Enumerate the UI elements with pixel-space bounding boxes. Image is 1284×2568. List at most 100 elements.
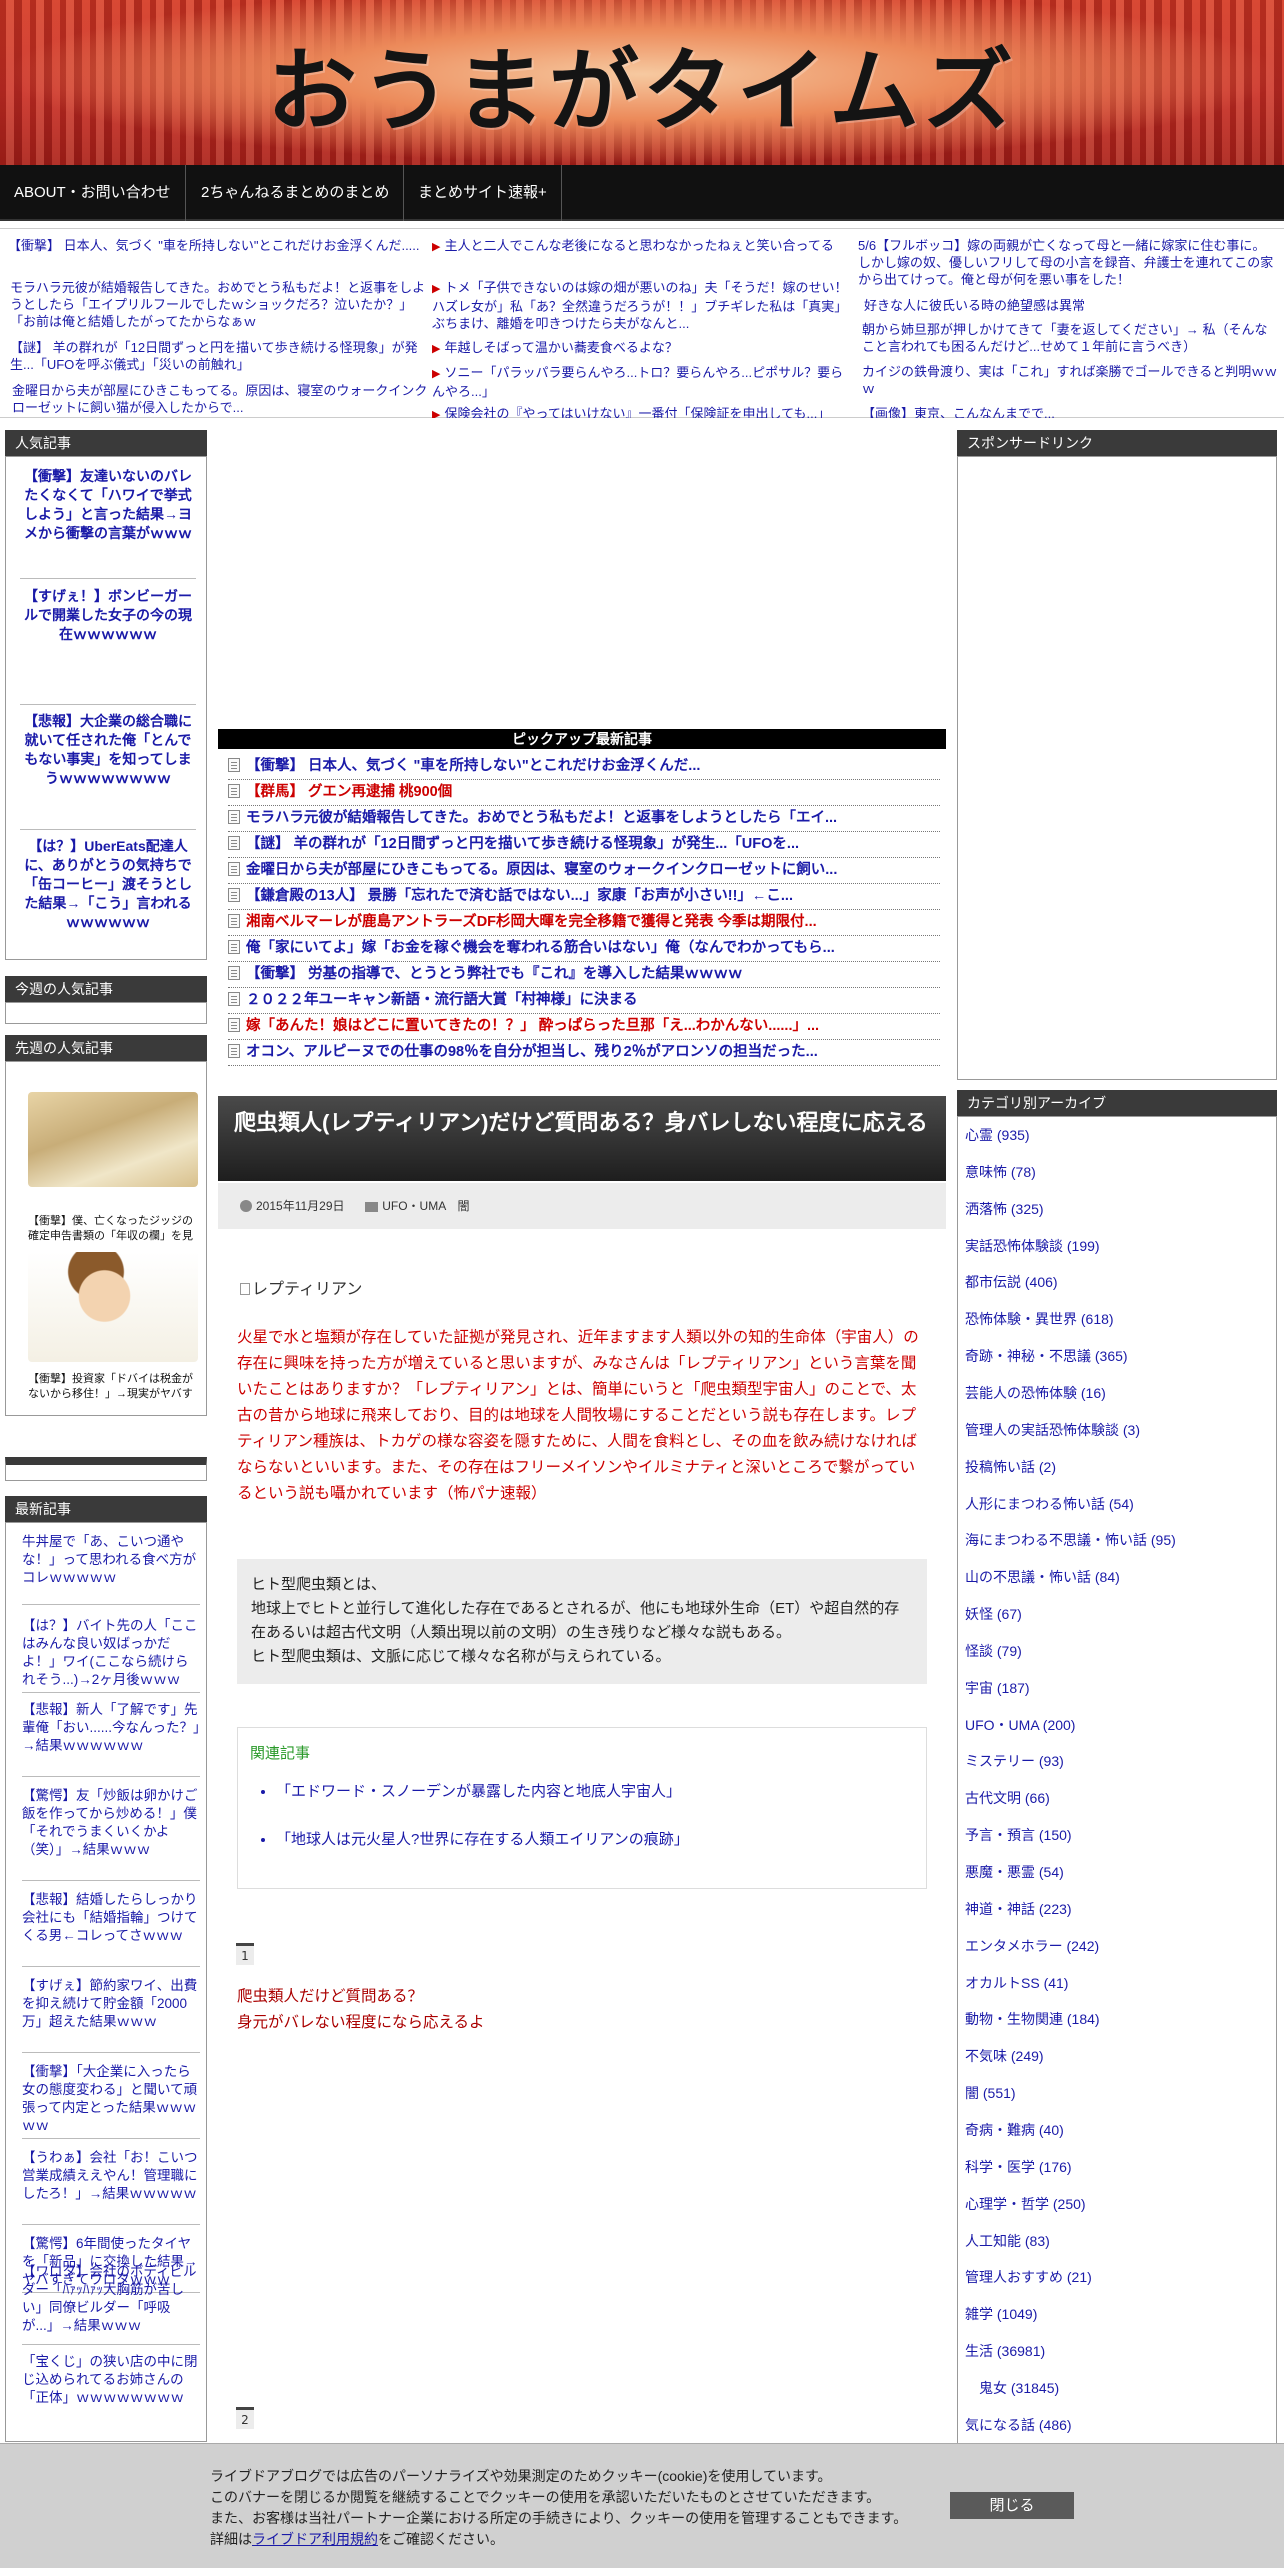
category-link[interactable]: 心霊 (935): [965, 1125, 1265, 1145]
ticker-link[interactable]: 5/6【フルボッコ】嫁の両親が亡くなって母と一緒に嫁家に住む事に。しかし嫁の奴、…: [858, 237, 1278, 291]
ticker-link[interactable]: 朝から姉旦那が押しかけてきて「妻を返してください」→ 私（そんなこと言われても困…: [862, 321, 1278, 357]
lastweek-link[interactable]: 【衝撃】投資家「ドバイは税金がないから移住！」→現実がヤバすぎる・・・: [28, 1372, 198, 1402]
category-link[interactable]: 投稿怖い話 (2): [965, 1457, 1265, 1477]
latest-link[interactable]: 【衝撃】「大企業に入ったら女の態度変わる」と聞いて頑張って内定とった結果ｗｗｗｗ…: [22, 2063, 200, 2139]
latest-link[interactable]: 【驚愕】友「炒飯は卵かけご飯を作ってから炒める！」僕「それでうまくいくかよ（笑）…: [22, 1787, 200, 1881]
related-link[interactable]: 「地球人は元火星人?世界に存在する人類エイリアンの痕跡」: [276, 1831, 689, 1848]
pickup-item[interactable]: 湘南ベルマーレが鹿島アントラーズDF杉岡大暉を完全移籍で獲得と発表 今季は期限付…: [228, 910, 940, 936]
category-link[interactable]: 悪魔・悪霊 (54): [965, 1862, 1265, 1882]
investor-illustration[interactable]: [28, 1252, 198, 1362]
category-link[interactable]: 意味怖 (78): [965, 1162, 1265, 1182]
category-link[interactable]: 実話恐怖体験談 (199): [965, 1236, 1265, 1256]
pickup-link[interactable]: 【鎌倉殿の13人】 景勝「忘れたで済む話ではない...」家康「お声が小さい!!」…: [246, 888, 793, 904]
ticker-link[interactable]: 好きな人に彼氏いる時の絶望感は異常: [864, 297, 1278, 317]
pickup-link[interactable]: 湘南ベルマーレが鹿島アントラーズDF杉岡大暉を完全移籍で獲得と発表 今季は期限付…: [246, 914, 817, 930]
ticker-link[interactable]: 【謎】 羊の群れが「12日間ずっと円を描いて歩き続ける怪現象」が発生...「UF…: [10, 339, 428, 375]
pickup-item[interactable]: 俺「家にいてよ」嫁「お金を稼ぐ機会を奪われる筋合いはない」俺（なんでわかってもら…: [228, 936, 940, 962]
pickup-item[interactable]: 【鎌倉殿の13人】 景勝「忘れたで済む話ではない...」家康「お声が小さい!!」…: [228, 884, 940, 910]
latest-link[interactable]: 「宝くじ」の狭い店の中に閉じ込められてるお姉さんの「正体」ｗｗｗｗｗｗｗｗ: [22, 2353, 200, 2433]
category-link[interactable]: 人形にまつわる怖い話 (54): [965, 1494, 1265, 1514]
related-link[interactable]: 「エドワード・スノーデンが暴露した内容と地底人宇宙人」: [276, 1783, 681, 1800]
category-link[interactable]: UFO・UMA (200): [965, 1715, 1265, 1735]
pickup-link[interactable]: 【衝撃】 日本人、気づく "車を所持しない"とこれだけお金浮くんだ...: [246, 758, 700, 774]
category-link[interactable]: 闇 (551): [965, 2083, 1265, 2103]
ticker-link[interactable]: 保険会社の『やってはいけない』一番付「保険証を申出しても...」: [444, 406, 830, 418]
category-link[interactable]: 管理人の実話恐怖体験談 (3): [965, 1420, 1265, 1440]
latest-link[interactable]: 【は？】バイト先の人「ここはみんな良い奴ばっかだよ！」ワイ(ここなら続けられそう…: [22, 1617, 200, 1693]
pickup-item[interactable]: 【謎】 羊の群れが「12日間ずっと円を描いて歩き続ける怪現象」が発生...「UF…: [228, 832, 940, 858]
category-link[interactable]: 気になる話 (486): [965, 2415, 1265, 2435]
latest-link[interactable]: 【うわぁ】会社「お！こいつ営業成績ええやん！管理職にしたろ！」→結果ｗｗｗｗｗ: [22, 2149, 200, 2225]
lastweek-link[interactable]: 【衝撃】僕、亡くなったジッジの確定申告書類の「年収の欄」を見てしまった結果ｗｗｗ: [28, 1214, 198, 1242]
category-link[interactable]: 芸能人の恐怖体験 (16): [965, 1383, 1265, 1403]
pickup-item[interactable]: モラハラ元彼が結婚報告してきた。おめでとう私もだよ！と返事をしようとしたら「エイ…: [228, 806, 940, 832]
category-link[interactable]: 鬼女 (31845): [965, 2378, 1265, 2398]
category-link[interactable]: 生活 (36981): [965, 2341, 1265, 2361]
pickup-item[interactable]: 【衝撃】 日本人、気づく "車を所持しない"とこれだけお金浮くんだ...: [228, 754, 940, 780]
pickup-item[interactable]: 金曜日から夫が部屋にひきこもってる。原因は、寝室のウォークインクローゼットに飼い…: [228, 858, 940, 884]
category-link[interactable]: 科学・医学 (176): [965, 2157, 1265, 2177]
nav-2ch-matome[interactable]: 2ちゃんねるまとめのまとめ: [187, 165, 405, 221]
ticker-link[interactable]: カイジの鉄骨渡り、実は「これ」すれば楽勝でゴールできると判明ｗｗｗ: [862, 363, 1278, 399]
category-link[interactable]: オカルトSS (41): [965, 1973, 1265, 1993]
category-link[interactable]: 人工知能 (83): [965, 2231, 1265, 2251]
category-link[interactable]: エンタメホラー (242): [965, 1936, 1265, 1956]
pickup-item[interactable]: オコン、アルピーヌでの仕事の98％を自分が担当し、残り2％がアロンソの担当だった…: [228, 1040, 940, 1066]
latest-link[interactable]: 【すげぇ】節約家ワイ、出費を抑え続けて貯金額「2000万」超えた結果ｗｗｗ: [22, 1977, 200, 2053]
category-link[interactable]: 心理学・哲学 (250): [965, 2194, 1265, 2214]
pickup-item[interactable]: 【群馬】 グエン再逮捕 桃900個: [228, 780, 940, 806]
popular-link[interactable]: 【すげぇ！】ボンビーガールで開業した女子の今の現在ｗｗｗｗｗｗ: [20, 587, 196, 705]
popular-link[interactable]: 【悲報】大企業の総合職に就いて任された俺「とんでもない事実」を知ってしまうｗｗｗ…: [20, 712, 196, 830]
terms-link[interactable]: ライブドア利用規約: [252, 2531, 378, 2547]
category-link[interactable]: 都市伝説 (406): [965, 1272, 1265, 1292]
category-link[interactable]: 奇病・難病 (40): [965, 2120, 1265, 2140]
ticker-link[interactable]: ソニー「パラッパラ要らんやろ...トロ？要らんやろ...ピポサル？要らんやろ..…: [432, 365, 843, 399]
money-stack-thumbnail[interactable]: [28, 1092, 198, 1187]
pickup-link[interactable]: ２０２２年ユーキャン新語・流行語大賞「村神様」に決まる: [246, 992, 638, 1008]
category-link[interactable]: 管理人おすすめ (21): [965, 2267, 1265, 2287]
category-link[interactable]: ミステリー (93): [965, 1751, 1265, 1771]
pickup-link[interactable]: オコン、アルピーヌでの仕事の98％を自分が担当し、残り2％がアロンソの担当だった…: [246, 1044, 818, 1060]
category-link[interactable]: 古代文明 (66): [965, 1788, 1265, 1808]
pickup-link[interactable]: 金曜日から夫が部屋にひきこもってる。原因は、寝室のウォークインクローゼットに飼い…: [246, 862, 837, 878]
category-link[interactable]: 動物・生物関連 (184): [965, 2009, 1265, 2029]
pickup-link[interactable]: 【群馬】 グエン再逮捕 桃900個: [246, 784, 452, 800]
latest-link[interactable]: 牛丼屋で「あ、こいつ通やな！」って思われる食べ方がコレｗｗｗｗｗ: [22, 1533, 200, 1605]
pickup-link[interactable]: 嫁「あんた！娘はどこに置いてきたの！？」 酔っぱらった旦那「え...わかんない.…: [246, 1018, 819, 1034]
pickup-link[interactable]: 【謎】 羊の群れが「12日間ずっと円を描いて歩き続ける怪現象」が発生...「UF…: [246, 836, 799, 852]
category-link[interactable]: 海にまつわる不思議・怖い話 (95): [965, 1530, 1265, 1550]
pickup-link[interactable]: 【衝撃】 労基の指導で、とうとう弊社でも『これ』を導入した結果ｗｗｗｗ: [246, 966, 742, 982]
category-link[interactable]: 妖怪 (67): [965, 1604, 1265, 1624]
pickup-link[interactable]: 俺「家にいてよ」嫁「お金を稼ぐ機会を奪われる筋合いはない」俺（なんでわかってもら…: [246, 940, 835, 956]
ticker-link[interactable]: トメ「子供できないのは嫁の畑が悪いのね」夫「そうだ！嫁のせい！ハズレ女が」私「あ…: [432, 280, 847, 331]
ticker-link[interactable]: 【衝撃】 日本人、気づく "車を所持しない"とこれだけお金浮くんだ.....: [8, 237, 426, 273]
latest-link[interactable]: 【ワロタ】会社のボディビルダー「ﾊｧｯﾊｧｯ大胸筋が苦しい」同僚ビルダー「呼吸が…: [22, 2263, 200, 2345]
article-title[interactable]: 爬虫類人(レプティリアン)だけど質問ある？身バレしない程度に応える: [218, 1096, 946, 1181]
pickup-item[interactable]: 【衝撃】 労基の指導で、とうとう弊社でも『これ』を導入した結果ｗｗｗｗ: [228, 962, 940, 988]
ticker-link[interactable]: モラハラ元彼が結婚報告してきた。おめでとう私もだよ！と返事をしようとしたら「エイ…: [10, 279, 428, 333]
category-link[interactable]: 山の不思議・怖い話 (84): [965, 1567, 1265, 1587]
category-link[interactable]: 神道・神話 (223): [965, 1899, 1265, 1919]
site-banner[interactable]: おうまがタイムズ: [0, 0, 1284, 165]
category-link[interactable]: 雑学 (1049): [965, 2304, 1265, 2324]
ticker-link[interactable]: 金曜日から夫が部屋にひきこもってる。原因は、寝室のウォークインクローゼットに飼い…: [12, 382, 428, 418]
category-link[interactable]: 恐怖体験・異世界 (618): [965, 1309, 1265, 1329]
latest-link[interactable]: 【悲報】新人「了解です」先輩俺「おい......今なんった？」→結果ｗｗｗｗｗｗ: [22, 1701, 200, 1777]
category-link[interactable]: 不気味 (249): [965, 2046, 1265, 2066]
pickup-item[interactable]: 嫁「あんた！娘はどこに置いてきたの！？」 酔っぱらった旦那「え...わかんない.…: [228, 1014, 940, 1040]
cookie-close-button[interactable]: 閉じる: [950, 2492, 1074, 2519]
latest-link[interactable]: 【悲報】結婚したらしっかり会社にも「結婚指輪」つけてくる男←コレってさｗｗｗ: [22, 1891, 200, 1967]
nav-about[interactable]: ABOUT・お問い合わせ: [0, 165, 186, 221]
ticker-link[interactable]: 年越しそばって温かい蕎麦食べるよな？: [444, 340, 677, 355]
pickup-link[interactable]: モラハラ元彼が結婚報告してきた。おめでとう私もだよ！と返事をしようとしたら「エイ…: [246, 810, 837, 826]
nav-matome-sokuho[interactable]: まとめサイト速報+: [404, 165, 562, 221]
article-categories[interactable]: UFO・UMA 闇: [382, 1199, 469, 1213]
category-link[interactable]: 宇宙 (187): [965, 1678, 1265, 1698]
site-title[interactable]: おうまがタイムズ: [0, 18, 1284, 148]
popular-link[interactable]: 【衝撃】友達いないのバレたくなくて「ハワイで挙式しよう」と言った結果→ヨメから衝…: [20, 467, 196, 579]
category-link[interactable]: 洒落怖 (325): [965, 1199, 1265, 1219]
category-link[interactable]: 怪談 (79): [965, 1641, 1265, 1661]
pickup-item[interactable]: ２０２２年ユーキャン新語・流行語大賞「村神様」に決まる: [228, 988, 940, 1014]
category-link[interactable]: 奇跡・神秘・不思議 (365): [965, 1346, 1265, 1366]
ticker-link[interactable]: 主人と二人でこんな老後になると思わなかったねぇと笑い合ってる: [444, 238, 833, 253]
